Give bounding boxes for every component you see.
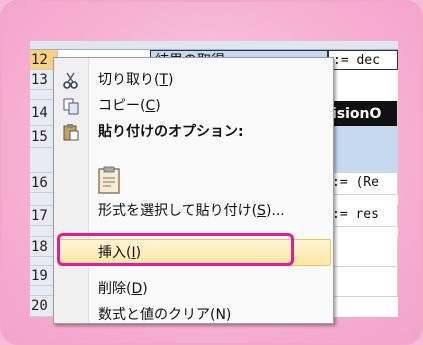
context-menu: 切り取り(T) コピー(C) 貼り付けのオプション: 形式を選択して貼り付け(S… xyxy=(53,57,334,324)
cell-r17-value[interactable]: := res xyxy=(328,205,398,227)
menu-header-paste-options: 貼り付けのオプション: xyxy=(54,119,333,145)
paste-icon xyxy=(62,123,80,141)
cell-r18-value[interactable] xyxy=(328,237,398,267)
cell-r19-value[interactable] xyxy=(328,267,398,297)
scissors-icon xyxy=(62,71,80,89)
cell-r15-value[interactable] xyxy=(328,127,398,173)
menu-item-label: 削除(D) xyxy=(98,281,148,297)
copy-icon xyxy=(62,97,80,115)
cell-r16-value[interactable]: := (Re xyxy=(328,173,398,195)
menu-item-label: 切り取り(T) xyxy=(98,72,174,88)
menu-item-clear-contents[interactable]: 数式と値のクリア(N) xyxy=(54,302,333,323)
column-header-bar xyxy=(30,41,398,50)
menu-item-label: 形式を選択して貼り付け(S)... xyxy=(98,203,285,219)
menu-item-copy[interactable]: コピー(C) xyxy=(54,93,333,119)
insert-highlight-annotation xyxy=(57,233,294,266)
menu-item-label: 貼り付けのオプション: xyxy=(98,124,244,140)
menu-item-label: 数式と値のクリア(N) xyxy=(98,307,232,323)
paste-option-icon[interactable] xyxy=(98,166,122,194)
menu-item-delete[interactable]: 削除(D) xyxy=(54,276,333,302)
menu-item-paste-special[interactable]: 形式を選択して貼り付け(S)... xyxy=(54,198,333,224)
menu-item-label: コピー(C) xyxy=(98,98,161,114)
cell-r12-value[interactable]: := dec xyxy=(328,50,398,70)
menu-item-cut[interactable]: 切り取り(T) xyxy=(54,67,333,93)
cell-r14-value[interactable]: isionO xyxy=(328,101,398,127)
